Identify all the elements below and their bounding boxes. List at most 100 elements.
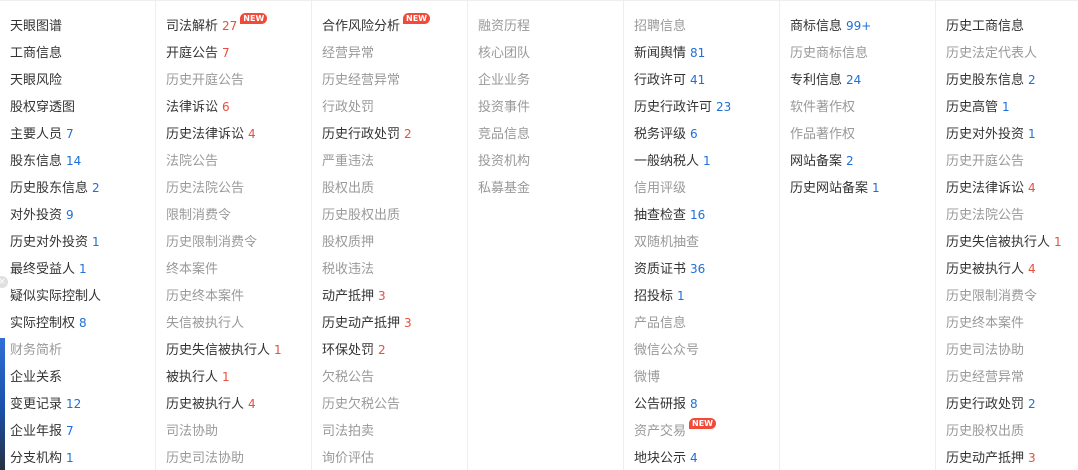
menu-item[interactable]: 股东信息 14 [10, 148, 155, 175]
menu-item[interactable]: 历史高管 1 [946, 94, 1078, 121]
menu-item[interactable]: 历史行政处罚 2 [322, 121, 467, 148]
menu-item[interactable]: 疑似实际控制人 [10, 283, 155, 310]
menu-item[interactable]: 合作风险分析NEW [322, 13, 467, 40]
menu-item[interactable]: 历史开庭公告 [946, 148, 1078, 175]
menu-item[interactable]: 作品著作权 [790, 121, 935, 148]
menu-item[interactable]: 专利信息 24 [790, 67, 935, 94]
menu-item[interactable]: 资质证书 36 [634, 256, 779, 283]
menu-item[interactable]: 历史失信被执行人 1 [166, 337, 311, 364]
menu-item[interactable]: 融资历程 [478, 13, 623, 40]
menu-item[interactable]: 历史网站备案 1 [790, 175, 935, 202]
menu-item[interactable]: 历史行政处罚 2 [946, 391, 1078, 418]
menu-item[interactable]: 严重违法 [322, 148, 467, 175]
menu-item[interactable]: 实际控制权 8 [10, 310, 155, 337]
menu-item[interactable]: 历史限制消费令 [946, 283, 1078, 310]
menu-item[interactable]: 信用评级 [634, 175, 779, 202]
menu-item[interactable]: 企业关系 [10, 364, 155, 391]
menu-item[interactable]: 历史法院公告 [166, 175, 311, 202]
menu-item[interactable]: 一般纳税人 1 [634, 148, 779, 175]
menu-item[interactable]: 限制消费令 [166, 202, 311, 229]
menu-item[interactable]: 历史失信被执行人 1 [946, 229, 1078, 256]
menu-item[interactable]: 历史终本案件 [166, 283, 311, 310]
menu-item[interactable]: 软件著作权 [790, 94, 935, 121]
menu-item[interactable]: 法律诉讼 6 [166, 94, 311, 121]
menu-item[interactable]: 竞品信息 [478, 121, 623, 148]
menu-item[interactable]: 股权质押 [322, 229, 467, 256]
menu-item[interactable]: 企业业务 [478, 67, 623, 94]
menu-item[interactable]: 财务简析 [10, 337, 155, 364]
menu-item[interactable]: 网站备案 2 [790, 148, 935, 175]
menu-item[interactable]: 双随机抽查 [634, 229, 779, 256]
menu-item[interactable]: 历史被执行人 4 [166, 391, 311, 418]
menu-item[interactable]: 投资机构 [478, 148, 623, 175]
menu-item[interactable]: 开庭公告 7 [166, 40, 311, 67]
menu-item[interactable]: 新闻舆情 81 [634, 40, 779, 67]
menu-item[interactable]: 被执行人 1 [166, 364, 311, 391]
menu-item[interactable]: 历史法院公告 [946, 202, 1078, 229]
menu-item[interactable]: 天眼风险 [10, 67, 155, 94]
menu-item[interactable]: 股权穿透图 [10, 94, 155, 121]
menu-item[interactable]: 股权出质 [322, 175, 467, 202]
menu-item[interactable]: 历史法律诉讼 4 [166, 121, 311, 148]
menu-item[interactable]: 公告研报 8 [634, 391, 779, 418]
menu-item[interactable]: 历史法律诉讼 4 [946, 175, 1078, 202]
menu-item[interactable]: 税收违法 [322, 256, 467, 283]
menu-item[interactable]: 历史限制消费令 [166, 229, 311, 256]
menu-item[interactable]: 行政处罚 [322, 94, 467, 121]
menu-item[interactable]: 历史股权出质 [322, 202, 467, 229]
menu-item[interactable]: 天眼图谱 [10, 13, 155, 40]
menu-item[interactable]: 变更记录 12 [10, 391, 155, 418]
menu-item[interactable]: 最终受益人 1 [10, 256, 155, 283]
menu-item[interactable]: 微博 [634, 364, 779, 391]
menu-item[interactable]: 分支机构 1 [10, 445, 155, 470]
menu-item[interactable]: 历史股东信息 2 [10, 175, 155, 202]
menu-item-label: 微信公众号 [634, 343, 700, 358]
menu-item[interactable]: 历史司法协助 [946, 337, 1078, 364]
menu-item[interactable]: 司法解析 27NEW [166, 13, 311, 40]
menu-item[interactable]: 历史动产抵押 3 [322, 310, 467, 337]
menu-item[interactable]: 历史欠税公告 [322, 391, 467, 418]
menu-item[interactable]: 投资事件 [478, 94, 623, 121]
menu-item[interactable]: 资产交易NEW [634, 418, 779, 445]
menu-item[interactable]: 欠税公告 [322, 364, 467, 391]
menu-item[interactable]: 司法拍卖 [322, 418, 467, 445]
menu-item[interactable]: 历史经营异常 [946, 364, 1078, 391]
menu-item[interactable]: 历史股权出质 [946, 418, 1078, 445]
menu-item[interactable]: 招投标 1 [634, 283, 779, 310]
menu-item[interactable]: 主要人员 7 [10, 121, 155, 148]
menu-item[interactable]: 历史商标信息 [790, 40, 935, 67]
menu-item[interactable]: 历史工商信息 [946, 13, 1078, 40]
menu-item[interactable]: 经营异常 [322, 40, 467, 67]
menu-item[interactable]: 商标信息 99+ [790, 13, 935, 40]
menu-item[interactable]: 产品信息 [634, 310, 779, 337]
menu-item[interactable]: 历史经营异常 [322, 67, 467, 94]
menu-item[interactable]: 历史对外投资 1 [946, 121, 1078, 148]
menu-item[interactable]: 动产抵押 3 [322, 283, 467, 310]
menu-item[interactable]: 失信被执行人 [166, 310, 311, 337]
menu-item[interactable]: 历史动产抵押 3 [946, 445, 1078, 470]
menu-item[interactable]: 私募基金 [478, 175, 623, 202]
menu-item[interactable]: 企业年报 7 [10, 418, 155, 445]
menu-item[interactable]: 历史行政许可 23 [634, 94, 779, 121]
menu-item[interactable]: 历史股东信息 2 [946, 67, 1078, 94]
menu-item[interactable]: 历史对外投资 1 [10, 229, 155, 256]
menu-item[interactable]: 询价评估 [322, 445, 467, 470]
menu-item[interactable]: 招聘信息 [634, 13, 779, 40]
menu-item[interactable]: 司法协助 [166, 418, 311, 445]
menu-item[interactable]: 历史法定代表人 [946, 40, 1078, 67]
menu-item[interactable]: 抽查检查 16 [634, 202, 779, 229]
menu-item[interactable]: 行政许可 41 [634, 67, 779, 94]
menu-item[interactable]: 终本案件 [166, 256, 311, 283]
menu-item[interactable]: 对外投资 9 [10, 202, 155, 229]
menu-item[interactable]: 工商信息 [10, 40, 155, 67]
menu-item[interactable]: 核心团队 [478, 40, 623, 67]
menu-item[interactable]: 地块公示 4 [634, 445, 779, 470]
menu-item[interactable]: 税务评级 6 [634, 121, 779, 148]
menu-item[interactable]: 历史开庭公告 [166, 67, 311, 94]
menu-item[interactable]: 环保处罚 2 [322, 337, 467, 364]
menu-item[interactable]: 微信公众号 [634, 337, 779, 364]
menu-item[interactable]: 历史终本案件 [946, 310, 1078, 337]
menu-item[interactable]: 法院公告 [166, 148, 311, 175]
menu-item[interactable]: 历史被执行人 4 [946, 256, 1078, 283]
menu-item[interactable]: 历史司法协助 [166, 445, 311, 470]
